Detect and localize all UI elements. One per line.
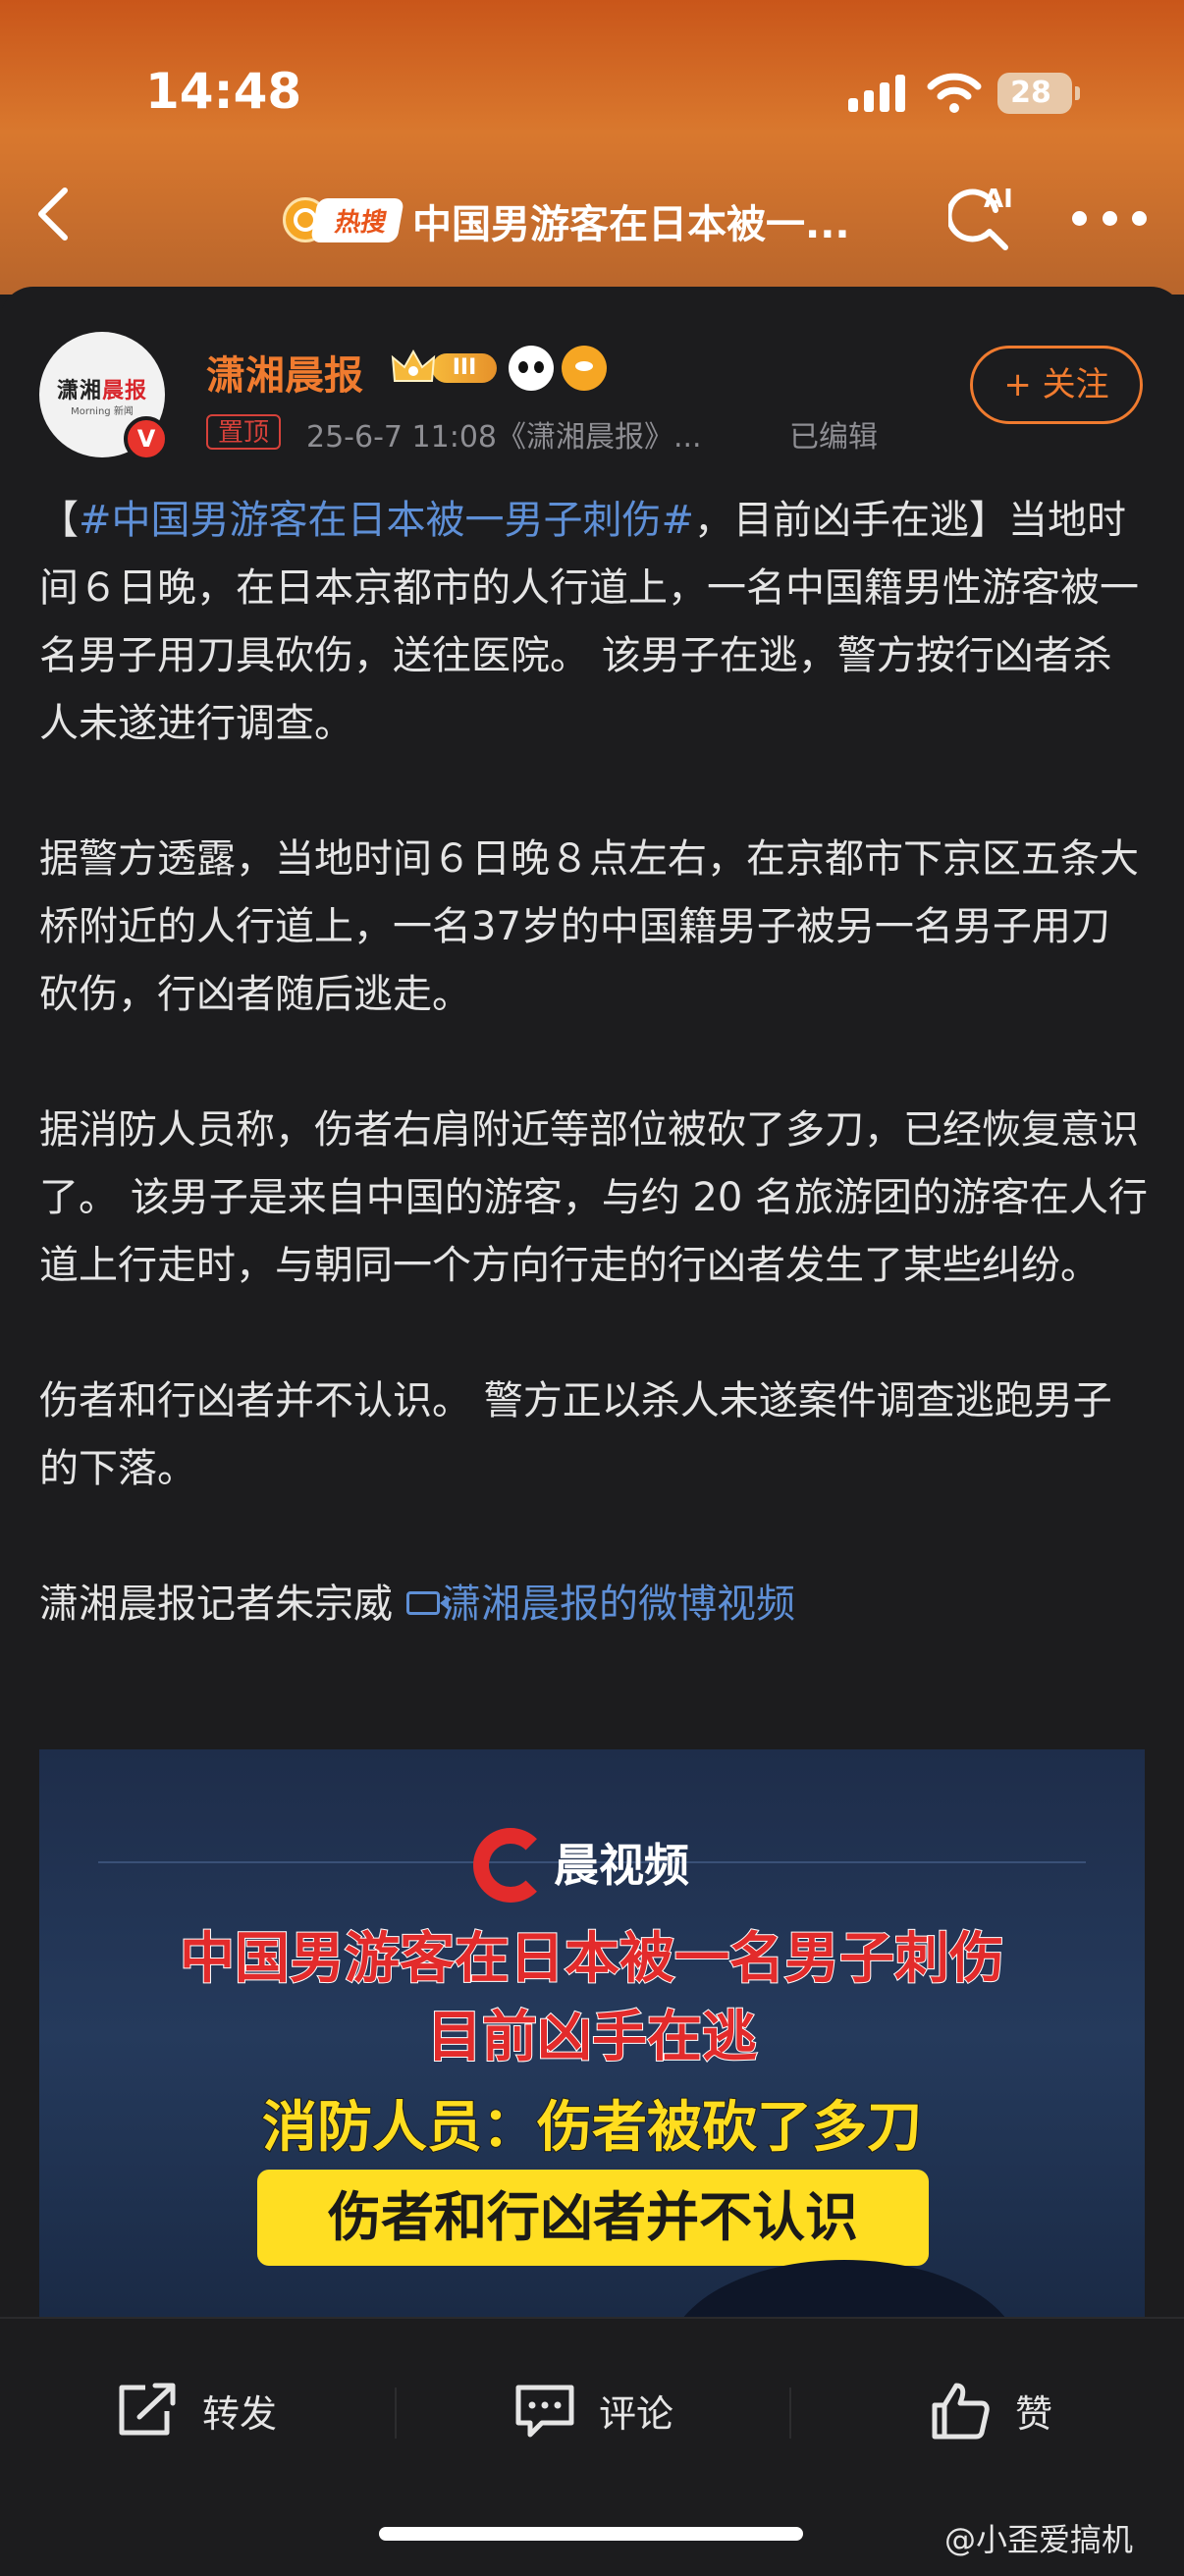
more-options-icon[interactable] <box>1072 206 1147 230</box>
video-banner: 伤者和行凶者并不认识 <box>257 2170 929 2266</box>
page-title: 中国男游客在日本被一... <box>412 202 850 247</box>
paragraph-2: 据警方透露，当地时间６日晚８点左右，在京都市下京区五条大桥附近的人行道上，一名3… <box>39 836 1139 1017</box>
bracket-open: 【 <box>39 498 79 543</box>
video-subhead: 消防人员：伤者被砍了多刀 <box>261 2095 923 2161</box>
ai-label: AI <box>984 185 1013 214</box>
edited-label[interactable]: 已编辑 <box>789 412 878 456</box>
watermark: @小歪爱搞机 <box>944 2521 1134 2558</box>
post-meta[interactable]: 25-6-7 11:08《潇湘晨报》... <box>306 412 702 456</box>
post-text: 【#中国男游客在日本被一男子刺伤#，目前凶手在逃】当地时间６日晚，在日本京都市的… <box>39 487 1149 1638</box>
follow-button[interactable]: + 关注 <box>970 346 1143 424</box>
ai-search-button[interactable]: AI <box>948 185 1027 255</box>
video-figure <box>668 2260 1021 2319</box>
reporter-credit: 潇湘晨报记者朱宗威 <box>39 1582 393 1627</box>
divider <box>395 2388 397 2439</box>
video-brand: 晨视频 <box>554 1839 689 1892</box>
paragraph-4: 伤者和行凶者并不认识。 警方正以杀人未遂案件调查逃跑男子的下落。 <box>39 1378 1112 1491</box>
hot-search-label: 热搜 <box>310 197 404 242</box>
avatar-logo-text: 潇湘 <box>56 379 102 403</box>
pinned-badge: 置顶 <box>206 414 282 450</box>
video-camera-icon <box>406 1591 440 1615</box>
status-time: 14:48 <box>145 63 302 120</box>
panda-icon <box>509 346 554 391</box>
hashtag-link[interactable]: #中国男游客在日本被一男子刺伤# <box>79 498 694 543</box>
video-headline-2: 目前凶手在逃 <box>426 2005 758 2070</box>
wifi-icon <box>927 73 982 113</box>
comment-label: 评论 <box>599 2391 674 2436</box>
video-brand-logo <box>473 1828 548 1903</box>
battery-level: 28 <box>1010 76 1051 110</box>
verified-badge: V <box>124 416 169 461</box>
paragraph-3: 据消防人员称，伤者右肩附近等部位被砍了多刀，已经恢复意识了。 该男子是来自中国的… <box>39 1107 1149 1288</box>
fox-icon <box>562 346 607 391</box>
repost-button[interactable]: 转发 <box>116 2376 277 2444</box>
thumbs-up-icon <box>932 2383 990 2440</box>
hot-search-badge[interactable]: 热搜 <box>283 194 404 245</box>
comment-button[interactable]: 评论 <box>512 2376 673 2444</box>
comment-icon <box>515 2385 574 2438</box>
home-indicator[interactable] <box>379 2527 803 2541</box>
member-level-badge[interactable]: III <box>391 348 501 387</box>
divider <box>789 2388 791 2439</box>
member-level-label: III <box>432 353 497 383</box>
avatar-logo-text-red: 晨报 <box>102 379 148 403</box>
crown-icon <box>391 349 436 382</box>
like-button[interactable]: 赞 <box>929 2376 1052 2444</box>
like-label: 赞 <box>1015 2391 1053 2436</box>
author-name[interactable]: 潇湘晨报 <box>206 344 363 401</box>
video-link[interactable]: 潇湘晨报的微博视频 <box>442 1582 795 1627</box>
avatar-logo-subtext: Morning 新闻 <box>71 406 134 417</box>
back-icon[interactable] <box>29 185 79 243</box>
repost-icon <box>119 2383 176 2436</box>
video-player[interactable]: 晨视频 中国男游客在日本被一名男子刺伤 目前凶手在逃 消防人员：伤者被砍了多刀 … <box>39 1749 1145 2319</box>
video-headline-1: 中国男游客在日本被一名男子刺伤 <box>179 1926 1005 1992</box>
paragraph-1: 【#中国男游客在日本被一男子刺伤#，目前凶手在逃】当地时间６日晚，在日本京都市的… <box>39 487 1149 758</box>
signal-icon <box>848 75 907 112</box>
repost-label: 转发 <box>202 2391 278 2436</box>
battery-icon: 28 <box>997 73 1080 114</box>
paragraph-5: 潇湘晨报记者朱宗威 潇湘晨报的微博视频 <box>39 1571 1149 1638</box>
